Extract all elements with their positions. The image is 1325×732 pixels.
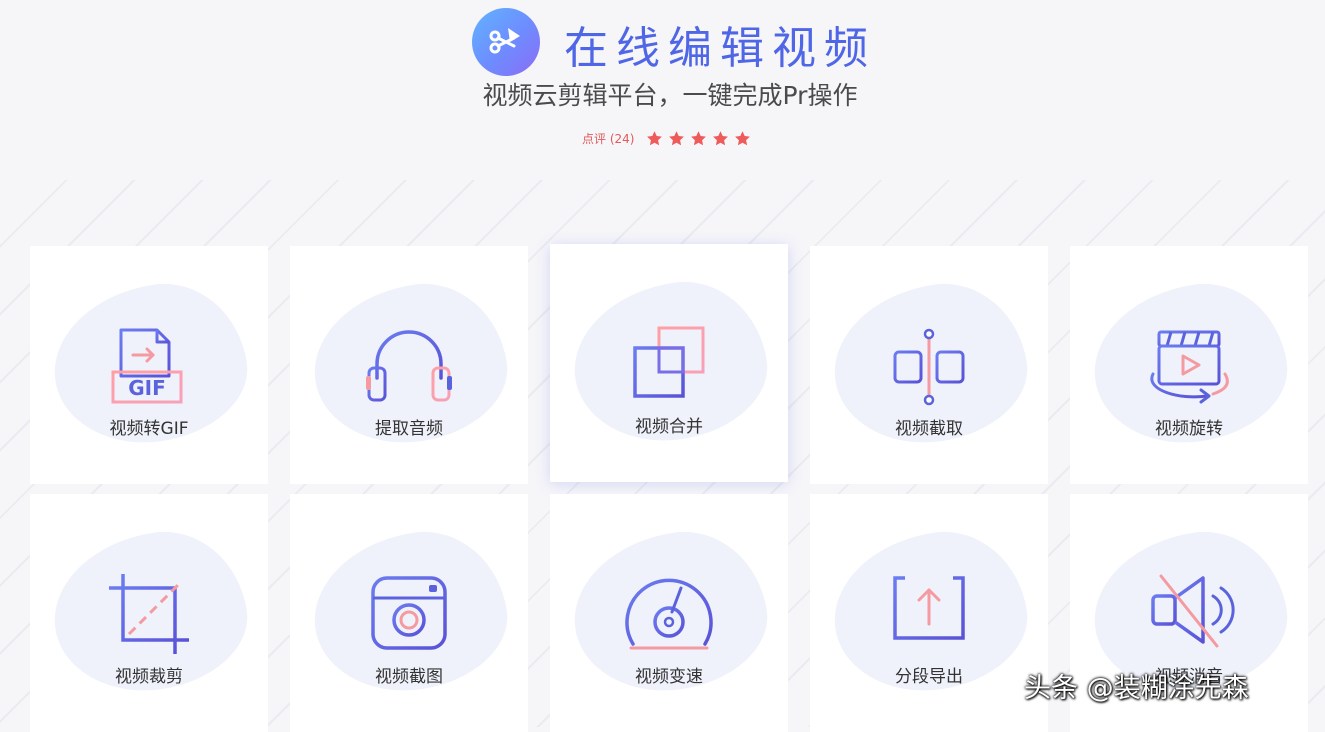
merge-squares-icon [633,326,705,398]
crop-icon [109,574,189,654]
tool-card-video-rotate[interactable]: 视频旋转 [1070,246,1308,484]
gif-file-icon: GIF [111,328,183,404]
mute-speaker-icon [1151,574,1235,648]
tool-label: 视频旋转 [1155,419,1223,439]
tool-card-video-to-gif[interactable]: GIF 视频转GIF [30,246,268,484]
tool-card-extract-audio[interactable]: 提取音频 [290,246,528,484]
tool-label: 提取音频 [375,419,443,439]
tool-label: 视频裁剪 [115,667,183,687]
watermark: 头条 @装糊涂先森 [1024,673,1249,704]
tool-label: 视频变速 [635,667,703,687]
tool-card-video-speed[interactable]: 视频变速 [550,494,788,732]
tool-card-video-trim[interactable]: 视频截取 [810,246,1048,484]
camera-icon [371,576,447,650]
split-cut-icon [893,328,965,406]
tool-card-segment-export[interactable]: 分段导出 [810,494,1048,732]
tool-card-video-screenshot[interactable]: 视频截图 [290,494,528,732]
headphones-icon [366,330,452,402]
svg-text:GIF: GIF [128,376,166,400]
tool-label: 分段导出 [895,667,963,687]
tool-label: 视频转GIF [109,419,189,439]
tool-grid: GIF 视频转GIF 提取音频 视频合并 视频截取 视频旋转 视频裁剪 视频截图… [0,0,1325,732]
clapperboard-rotate-icon [1150,330,1229,404]
tool-label: 视频截图 [375,667,443,687]
tool-label: 视频合并 [635,417,703,437]
tool-card-video-crop[interactable]: 视频裁剪 [30,494,268,732]
speedometer-icon [625,578,713,650]
upload-screen-icon [883,576,975,648]
tool-card-video-merge[interactable]: 视频合并 [550,244,788,482]
tool-label: 视频截取 [895,419,963,439]
